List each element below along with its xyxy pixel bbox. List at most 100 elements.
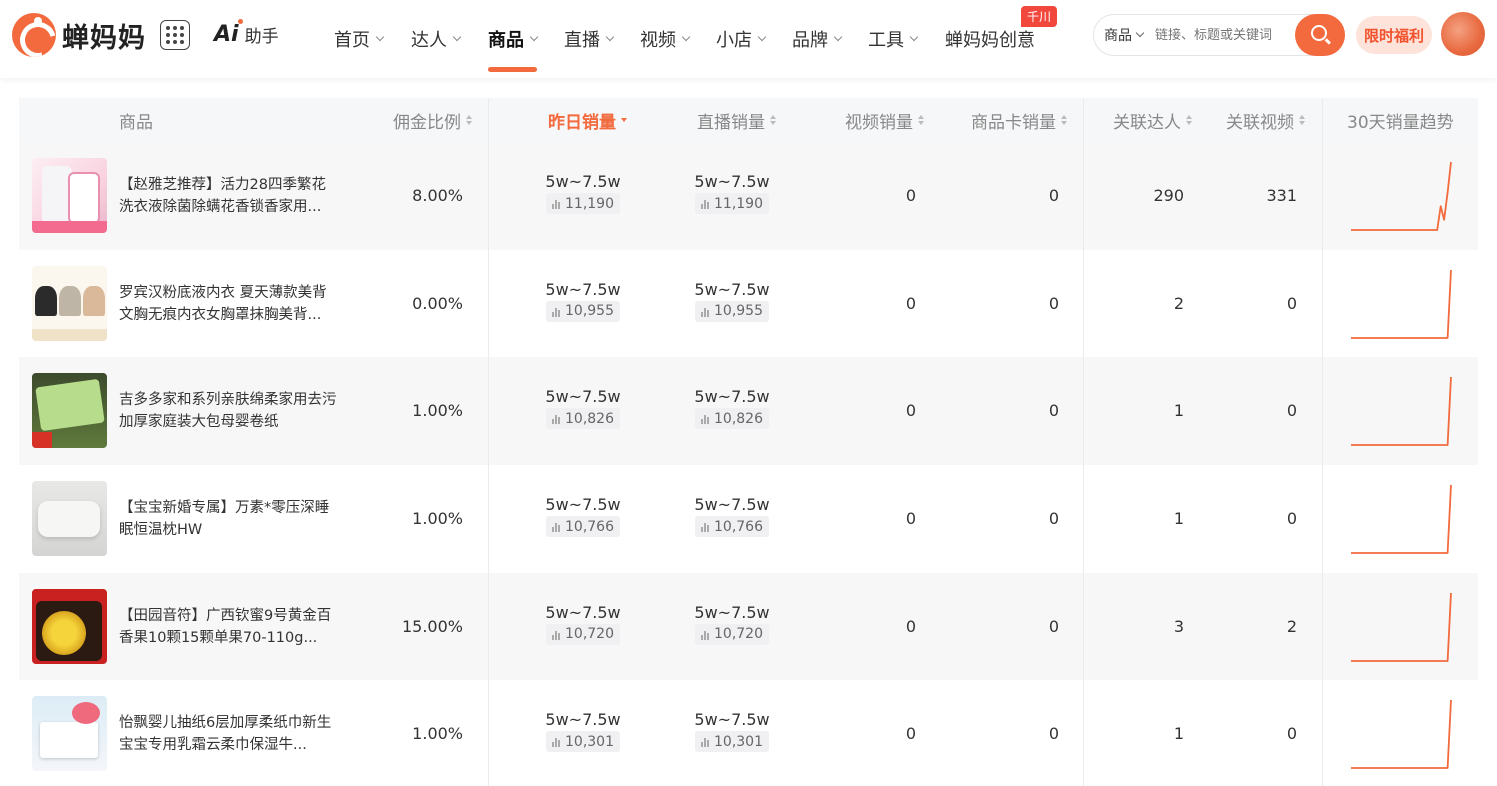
apps-grid-icon[interactable] [160, 20, 190, 50]
yesterday-sales-exact: 10,301 [546, 731, 620, 753]
linked-videos-value[interactable]: 2 [1219, 573, 1297, 680]
yesterday-sales-exact: 10,955 [546, 300, 620, 322]
yesterday-sales-exact-value: 10,301 [565, 733, 614, 750]
nav-item-5[interactable]: 小店 [716, 0, 767, 78]
linked-creators-value[interactable]: 1 [1109, 357, 1184, 464]
video-sales-value: 0 [905, 293, 916, 313]
linked-creators-value[interactable]: 1 [1109, 465, 1184, 572]
nav-item-4[interactable]: 视频 [640, 0, 691, 78]
col-card-sales[interactable]: 商品卡销量 [971, 98, 1067, 142]
commission-value: 15.00% [401, 616, 463, 636]
col-linked-videos[interactable]: 关联视频 [1226, 98, 1305, 142]
linked-creators-value[interactable]: 2 [1109, 250, 1184, 357]
product-thumbnail[interactable] [32, 481, 107, 557]
linked-creators-value[interactable]: 1 [1109, 680, 1184, 786]
yesterday-sales-exact-value: 10,766 [565, 518, 614, 535]
nav-item-label: 品牌 [792, 30, 828, 51]
yesterday-sales-exact-value: 10,720 [565, 626, 614, 643]
sales-trend-sparkline [1351, 485, 1452, 554]
yesterday-sales: 5w~7.5w 10,826 [503, 387, 663, 430]
trend-line [1351, 485, 1452, 554]
yesterday-sales-range: 5w~7.5w [545, 602, 621, 622]
linked-videos-value[interactable]: 0 [1219, 250, 1297, 357]
nav-item-8[interactable]: 蝉妈妈创意 千川 [945, 0, 1057, 78]
search-type-select[interactable]: 商品 [1094, 25, 1145, 45]
top-nav-bar: 蝉妈妈 Ai 助手 首页 达人 商品 直播 视频 小店 品牌 工具 蝉妈妈创意 千川 商品 限时福… [0, 0, 1497, 78]
video-sales-value: 0 [905, 724, 916, 744]
sort-icon [918, 115, 924, 125]
linked-videos-value[interactable]: 0 [1219, 357, 1297, 464]
col-live-sales[interactable]: 直播销量 [697, 98, 776, 142]
product-thumbnail[interactable] [32, 265, 107, 341]
col-video-sales[interactable]: 视频销量 [845, 98, 924, 142]
col-yesterday-sales[interactable]: 昨日销量 [548, 98, 627, 142]
nav-item-3[interactable]: 直播 [564, 0, 615, 78]
table-row[interactable]: 【宝宝新婚专属】万素*零压深睡眠恒温枕HW 1.00% 5w~7.5w 10,766 5… [19, 465, 1478, 573]
linked-creators-value[interactable]: 3 [1109, 573, 1184, 680]
product-name[interactable]: 【赵雅芝推荐】活力28四季繁花洗衣液除菌除螨花香锁香家用... [119, 174, 339, 218]
col-video-sales-label: 视频销量 [845, 112, 913, 133]
nav-item-label: 小店 [716, 30, 752, 51]
live-sales-exact-value: 11,190 [714, 195, 763, 212]
product-thumbnail[interactable] [32, 588, 107, 664]
sales-trend-sparkline [1351, 377, 1452, 447]
product-name[interactable]: 吉多多家和系列亲肤绵柔家用去污加厚家庭装大包母婴卷纸 [119, 389, 339, 433]
nav-item-7[interactable]: 工具 [868, 0, 919, 78]
col-commission-label: 佣金比例 [393, 112, 461, 133]
nav-item-1[interactable]: 达人 [411, 0, 462, 78]
linked-videos-value[interactable]: 0 [1219, 680, 1297, 786]
sort-icon [1186, 115, 1192, 125]
sort-icon [770, 115, 776, 125]
nav-item-6[interactable]: 品牌 [792, 0, 843, 78]
avatar[interactable] [1441, 12, 1485, 56]
product-name[interactable]: 【宝宝新婚专属】万素*零压深睡眠恒温枕HW [119, 497, 339, 541]
col-trend: 30天销量趋势 [1347, 112, 1454, 133]
product-name[interactable]: 罗宾汉粉底液内衣 夏天薄款美背文胸无痕内衣女胸罩抹胸美背... [119, 282, 339, 326]
limited-offer-button[interactable]: 限时福利 [1356, 16, 1432, 54]
yesterday-sales-range: 5w~7.5w [545, 279, 621, 299]
table-row[interactable]: 【赵雅芝推荐】活力28四季繁花洗衣液除菌除螨花香锁香家用... 8.00% 5w~7… [19, 142, 1478, 250]
product-name[interactable]: 怡飘婴儿抽纸6层加厚柔纸巾新生宝宝专用乳霜云柔巾保湿牛... [119, 712, 339, 756]
product-thumbnail[interactable] [32, 696, 107, 772]
nav-item-label: 直播 [564, 30, 600, 51]
bar-chart-icon [701, 306, 709, 317]
linked-creators-value[interactable]: 290 [1109, 142, 1184, 249]
live-sales-exact: 11,190 [695, 193, 769, 214]
chevron-down-icon [605, 32, 615, 42]
bar-chart-icon [552, 629, 560, 640]
live-sales: 5w~7.5w 10,766 [652, 495, 812, 538]
nav-item-0[interactable]: 首页 [334, 0, 385, 78]
video-sales-value: 0 [905, 509, 916, 529]
chevron-down-icon [833, 32, 843, 42]
chevron-down-icon [681, 32, 691, 42]
table-row[interactable]: 罗宾汉粉底液内衣 夏天薄款美背文胸无痕内衣女胸罩抹胸美背... 0.00% 5w~7… [19, 250, 1478, 358]
yesterday-sales-range: 5w~7.5w [545, 710, 621, 730]
logo[interactable]: 蝉妈妈 [12, 13, 146, 57]
col-commission[interactable]: 佣金比例 [393, 98, 472, 142]
search-input[interactable] [1155, 27, 1287, 43]
linked-videos-value[interactable]: 331 [1219, 142, 1297, 249]
table-row[interactable]: 【田园音符】广西钦蜜9号黄金百香果10颗15颗单果70-110g... 15.00… [19, 572, 1478, 681]
linked-videos-value[interactable]: 0 [1219, 465, 1297, 572]
chevron-down-icon [529, 32, 539, 42]
col-linked-creators[interactable]: 关联达人 [1113, 98, 1192, 142]
table-row[interactable]: 怡飘婴儿抽纸6层加厚柔纸巾新生宝宝专用乳霜云柔巾保湿牛... 1.00% 5w~7.… [19, 680, 1478, 786]
product-thumbnail[interactable] [32, 158, 107, 233]
bar-chart-icon [552, 306, 560, 317]
chevron-down-icon [452, 32, 462, 42]
nav-item-2[interactable]: 商品 [488, 0, 539, 78]
card-sales-value: 0 [1048, 616, 1059, 636]
table-row[interactable]: 吉多多家和系列亲肤绵柔家用去污加厚家庭装大包母婴卷纸 1.00% 5w~7.5w 10… [19, 357, 1478, 466]
table-header: 商品 佣金比例 昨日销量 直播销量 视频销量 商品卡销量 关联达人 关联视频 3… [19, 98, 1478, 142]
nav-item-label: 蝉妈妈创意 [945, 30, 1035, 51]
card-sales-value: 0 [1048, 293, 1059, 313]
bar-chart-icon [701, 629, 709, 640]
product-thumbnail[interactable] [32, 373, 107, 449]
search-button[interactable] [1295, 14, 1345, 56]
ai-assistant-button[interactable]: Ai 助手 [214, 19, 279, 47]
product-name[interactable]: 【田园音符】广西钦蜜9号黄金百香果10颗15颗单果70-110g... [119, 605, 339, 649]
live-sales: 5w~7.5w 10,826 [652, 387, 812, 430]
logo-icon [12, 13, 56, 57]
yesterday-sales-exact-value: 10,955 [565, 303, 614, 320]
bar-chart-icon [701, 736, 709, 748]
